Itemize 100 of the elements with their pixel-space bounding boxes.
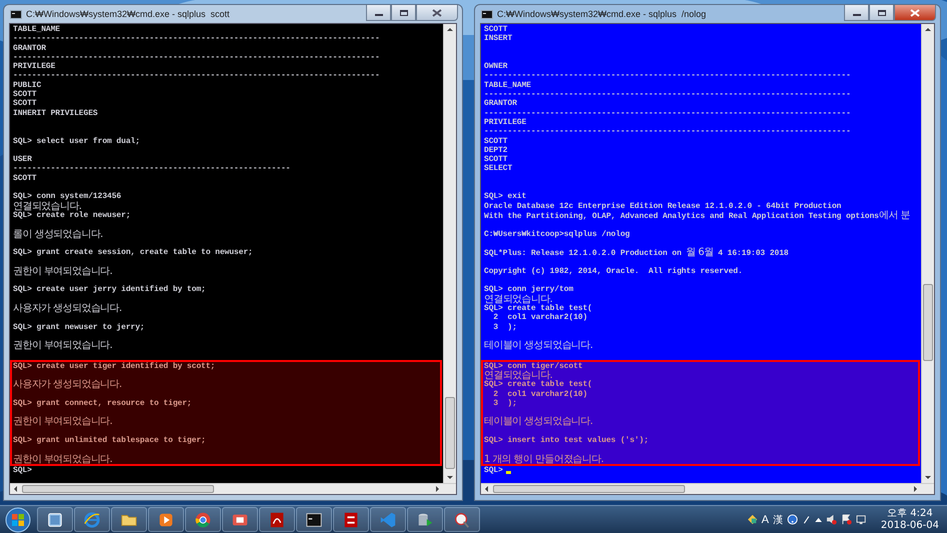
scroll-thumb[interactable] <box>445 397 455 469</box>
maximize-icon <box>400 10 408 16</box>
terminal-line: SELECT <box>484 164 514 174</box>
scroll-thumb[interactable] <box>923 284 933 361</box>
minimize-icon <box>852 14 860 16</box>
console-icon <box>305 510 323 528</box>
scroll-right-button[interactable] <box>436 486 439 492</box>
terminal-line: SCOTT <box>13 174 38 184</box>
terminal-line: 연결되었습니다. <box>13 202 82 211</box>
maximize-icon <box>878 10 886 16</box>
taskbar-button[interactable] <box>37 507 73 532</box>
terminal-line: SQL> exit <box>484 192 528 202</box>
terminal-line: 사용자가 생성되었습니다. <box>13 380 123 390</box>
scroll-left-button[interactable] <box>14 486 17 492</box>
terminal-line: 권한이 부여되었습니다. <box>13 417 114 427</box>
keyboard-icon[interactable] <box>746 514 758 525</box>
clock-time[interactable]: 오후 4:24 <box>887 508 933 520</box>
scroll-right-button[interactable] <box>914 486 917 492</box>
terminal-line: Copyright (c) 1982, 2014, Oracle. All rights reserved. <box>484 266 744 276</box>
terminal-line: SQL> conn jerry/tom <box>484 285 574 294</box>
terminal-line: 3 ); <box>492 398 518 408</box>
terminal-line: SCOTT <box>484 25 509 34</box>
terminal-line: 롤이 생성되었습니다. <box>13 230 104 239</box>
terminal-line: C:₩Users₩kitcoop>sqlplus /nolog <box>484 230 631 239</box>
scroll-down-button[interactable] <box>447 476 453 479</box>
close-button[interactable] <box>894 5 936 21</box>
minimize-button[interactable] <box>844 5 869 21</box>
taskbar-button[interactable] <box>148 507 184 532</box>
terminal-line: SQL> create table test( <box>484 380 594 390</box>
terminal-line: TABLE_NAME <box>13 25 62 34</box>
terminal-line: SQL> insert into test values ('s'); <box>484 436 650 446</box>
terminal-line: SQL> create table test( <box>484 304 594 313</box>
terminal-line: SQL> <box>13 466 32 476</box>
terminal-line: PRIVILEGE <box>13 62 56 72</box>
taskbar-button[interactable] <box>333 507 369 532</box>
terminal-line: SQL*Plus: Release 12.1.0.2.0 Production on 월 6월 4 16:19:03 2018 <box>484 248 790 258</box>
window-icon <box>46 510 64 528</box>
terminal-line: Oracle Database 12c Enterprise Edition Release 12.1.0.2.0 - 64bit Production <box>484 202 842 211</box>
terminal-line: GRANTOR <box>13 44 47 53</box>
scroll-up-button[interactable] <box>925 28 931 31</box>
terminal-line: 사용자가 생성되었습니다. <box>13 304 123 314</box>
maximize-button[interactable] <box>869 5 894 21</box>
taskbar-button[interactable] <box>296 507 332 532</box>
database-icon <box>416 510 434 528</box>
window-title: C:₩Windows₩system32₩cmd.exe - sqlplus scott <box>26 9 230 19</box>
hanja-mode-label[interactable]: 漢 <box>772 512 783 526</box>
start-button[interactable] <box>5 506 31 532</box>
terminal-line: 연결되었습니다. <box>484 294 552 304</box>
console-icon <box>10 10 22 18</box>
help-icon[interactable] <box>786 514 798 525</box>
vertical-scrollbar[interactable] <box>443 24 456 483</box>
minimize-icon <box>374 14 382 16</box>
scroll-up-button[interactable] <box>447 28 453 31</box>
close-icon <box>910 8 920 16</box>
network-icon[interactable] <box>856 514 867 525</box>
color-wheel-icon <box>194 510 212 528</box>
terminal-line: SQL> create user tiger identified by scott; <box>13 362 216 371</box>
scroll-thumb[interactable] <box>493 485 685 493</box>
scroll-left-button[interactable] <box>485 486 488 492</box>
terminal-line: SQL> grant newuser to jerry; <box>13 322 146 332</box>
terminal-line: INSERT <box>484 34 514 44</box>
console-icon <box>481 10 493 18</box>
terminal-line: PRIVILEGE <box>484 118 528 128</box>
globe-icon <box>83 510 101 528</box>
close-button[interactable] <box>416 5 458 21</box>
terminal-line: SQL> select user from dual; <box>13 136 141 146</box>
terminal-line: ------------------------------------------------------------------------------ <box>484 108 852 118</box>
close-icon <box>432 8 442 16</box>
flag-icon[interactable] <box>840 514 852 525</box>
terminal-line: 권한이 부여되었습니다. <box>13 341 114 350</box>
terminal-line: 1 개의 행이 만들어졌습니다. <box>484 454 604 464</box>
play-icon <box>157 510 175 528</box>
caret-icon[interactable] <box>814 517 822 522</box>
terminal-line: PUBLIC <box>13 80 42 90</box>
terminal-line: SQL> grant connect, resource to tiger; <box>13 398 193 408</box>
terminal-line: 2 col1 varchar2(10) <box>492 313 588 322</box>
terminal-line: ------------------------------------------------------------------------------ <box>484 90 852 100</box>
terminal-line: SQL> grant create session, create table to newuser; <box>13 248 254 258</box>
horizontal-scrollbar[interactable] <box>10 483 456 494</box>
scroll-thumb[interactable] <box>22 485 214 493</box>
taskbar-button[interactable] <box>444 507 480 532</box>
input-mode-label[interactable]: A <box>762 514 769 526</box>
speaker-icon[interactable] <box>826 514 837 525</box>
terminal-line: GRANTOR <box>484 99 518 109</box>
terminal-line: ------------------------------------------------------------------------------ <box>13 71 381 81</box>
terminal-line: ------------------------------------------------------------------------------ <box>484 71 852 81</box>
terminal-line: 권한이 부여되었습니다. <box>13 266 114 276</box>
terminal-line: 테이블이 생성되었습니다. <box>484 341 594 350</box>
terminal-line: TABLE_NAME <box>484 80 532 90</box>
terminal-line: ------------------------------------------------------------------------------ <box>484 127 852 137</box>
terminal-line: SQL> conn tiger/scott <box>484 362 584 371</box>
vertical-scrollbar[interactable] <box>921 24 934 483</box>
minimize-button[interactable] <box>366 5 391 21</box>
clock-date[interactable]: 2018-06-04 <box>880 520 939 532</box>
horizontal-scrollbar[interactable] <box>481 483 934 494</box>
scroll-down-button[interactable] <box>925 476 931 479</box>
taskbar-button[interactable] <box>111 507 147 532</box>
maximize-button[interactable] <box>391 5 416 21</box>
taskbar-button[interactable] <box>222 507 258 532</box>
terminal-line: OWNER <box>484 62 509 72</box>
